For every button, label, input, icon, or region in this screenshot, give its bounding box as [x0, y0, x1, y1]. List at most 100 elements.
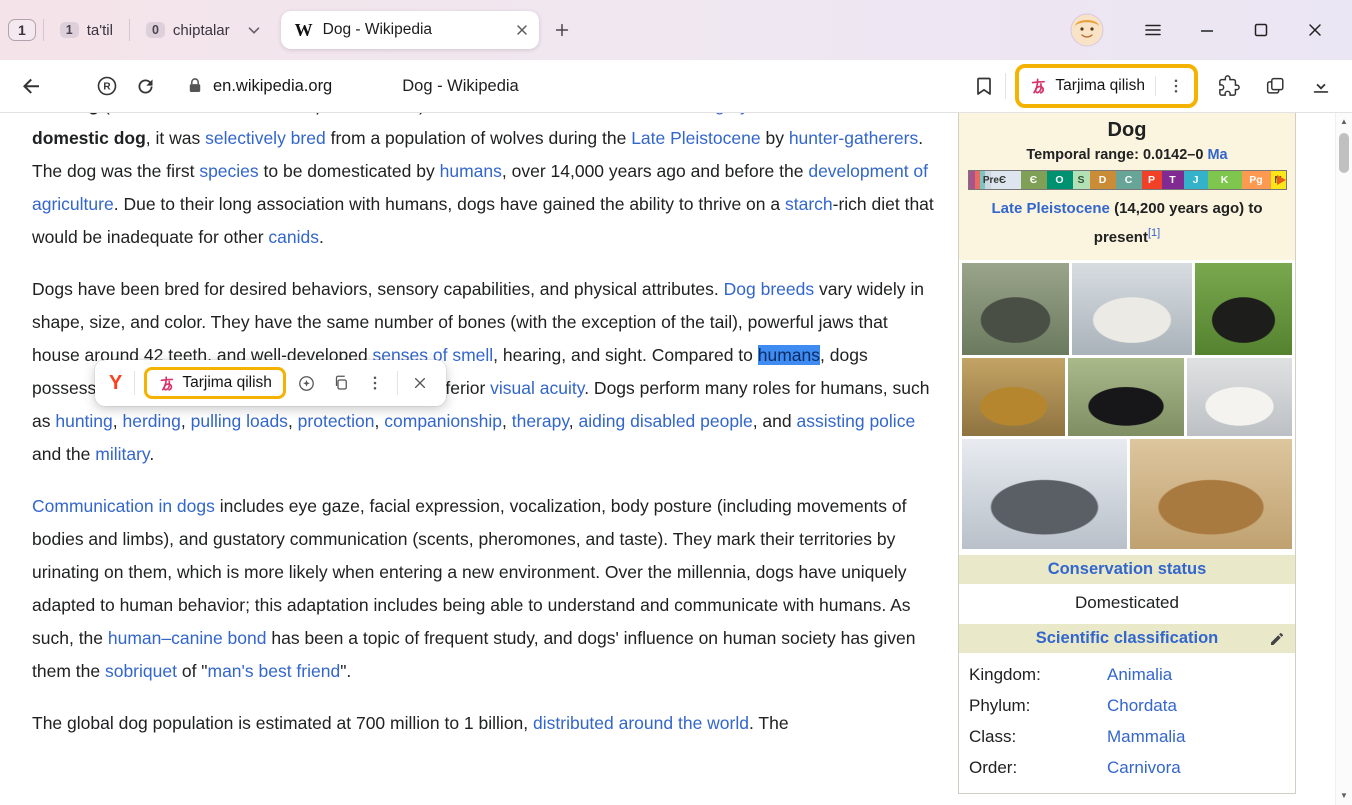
- popup-close-button[interactable]: [405, 368, 435, 398]
- wiki-link[interactable]: therapy: [512, 411, 569, 431]
- wiki-link[interactable]: assisting police: [797, 411, 916, 431]
- wiki-link[interactable]: Chordata: [1107, 696, 1177, 716]
- wiki-link[interactable]: companionship: [384, 411, 502, 431]
- timescale-segment-S[interactable]: S: [1073, 171, 1090, 189]
- scrollbar-thumb[interactable]: [1339, 133, 1349, 173]
- timescale-segment-J[interactable]: J: [1184, 171, 1208, 189]
- wiki-link[interactable]: Late Pleistocene: [631, 128, 760, 148]
- wiki-link[interactable]: herding: [123, 411, 181, 431]
- lock-icon[interactable]: [184, 75, 206, 97]
- timescale-segment-PreЄ[interactable]: PreЄ: [969, 171, 1021, 189]
- back-arrow-icon: [19, 74, 43, 98]
- popup-translate-label: Tarjima qilish: [182, 374, 272, 392]
- minimize-button[interactable]: [1187, 10, 1227, 50]
- conservation-status-link[interactable]: Conservation status: [1048, 560, 1207, 578]
- summarize-button[interactable]: [292, 368, 322, 398]
- translate-menu-button[interactable]: [1164, 71, 1188, 101]
- yandex-search-button[interactable]: Y: [104, 372, 129, 395]
- timescale-segment-D[interactable]: D: [1090, 171, 1116, 189]
- dog-photo[interactable]: [962, 263, 1069, 355]
- popup-menu-button[interactable]: [360, 368, 390, 398]
- tab-groups: 1 1ta'til 0chiptalar: [8, 18, 239, 43]
- yandex-start-button[interactable]: R: [92, 71, 122, 101]
- tab-group-chiptalar[interactable]: 0chiptalar: [137, 18, 239, 43]
- wiki-link[interactable]: Mammalia: [1107, 727, 1185, 747]
- scroll-down-icon[interactable]: ▼: [1336, 787, 1352, 803]
- wiki-link[interactable]: canids: [268, 227, 319, 247]
- wiki-link[interactable]: humans: [440, 161, 502, 181]
- text-segment: ,: [569, 411, 579, 431]
- popup-translate-button[interactable]: Tarjima qilish: [144, 367, 286, 399]
- tab-group-collapsed[interactable]: 1: [8, 19, 36, 41]
- timescale-segment-P[interactable]: P: [1142, 171, 1162, 189]
- wiki-link[interactable]: Carnivora: [1107, 758, 1181, 778]
- copy-button[interactable]: [326, 368, 356, 398]
- dog-photo[interactable]: [962, 439, 1127, 549]
- timescale-segment-Є[interactable]: Є: [1021, 171, 1047, 189]
- text-segment: of ": [177, 661, 208, 681]
- wiki-link[interactable]: Communication in dogs: [32, 496, 215, 516]
- tab-close-icon[interactable]: [515, 23, 529, 37]
- text-segment: . Also called the: [785, 113, 908, 115]
- dog-photo[interactable]: [1130, 439, 1293, 549]
- wiki-link[interactable]: selectively bred: [205, 128, 326, 148]
- edit-button[interactable]: [1269, 631, 1285, 647]
- wiki-link[interactable]: species: [199, 161, 258, 181]
- wiki-link[interactable]: visual acuity: [490, 378, 584, 398]
- maximize-button[interactable]: [1241, 10, 1281, 50]
- wiki-link[interactable]: sobriquet: [105, 661, 177, 681]
- profile-avatar[interactable]: [1070, 13, 1104, 47]
- translate-button[interactable]: Tarjima qilish: [1015, 64, 1198, 108]
- paragraph: Communication in dogs includes eye gaze,…: [32, 490, 934, 688]
- timescale-segment-C[interactable]: C: [1116, 171, 1142, 189]
- tab-groups-chevron-button[interactable]: [245, 21, 263, 39]
- scroll-up-icon[interactable]: ▲: [1336, 113, 1352, 129]
- wiki-link[interactable]: distributed around the world: [533, 713, 749, 733]
- browser-menu-button[interactable]: [1133, 10, 1173, 50]
- dog-photo[interactable]: [1068, 358, 1185, 436]
- scrollbar[interactable]: ▲ ▼: [1335, 113, 1352, 805]
- wiki-link[interactable]: pulling loads: [191, 411, 288, 431]
- downloads-button[interactable]: [1306, 71, 1336, 101]
- wiki-link[interactable]: Animalia: [1107, 665, 1172, 685]
- wiki-link[interactable]: military: [95, 444, 149, 464]
- close-window-button[interactable]: [1295, 10, 1335, 50]
- wiki-link[interactable]: hunter-gatherers: [789, 128, 918, 148]
- selected-text[interactable]: humans: [758, 345, 820, 365]
- infobox-title: Dog: [965, 119, 1289, 142]
- wiki-link[interactable]: hunting: [55, 411, 112, 431]
- timescale-segment-T[interactable]: T: [1162, 171, 1184, 189]
- dog-photo[interactable]: [962, 358, 1065, 436]
- wiki-link[interactable]: gray wolf: [715, 113, 785, 115]
- wiki-link[interactable]: Late Pleistocene: [992, 200, 1110, 217]
- text-segment: , hearing, and sight. Compared to: [493, 345, 758, 365]
- dog-photo[interactable]: [1195, 263, 1292, 355]
- taxon-rank: Order:: [969, 758, 1107, 778]
- url-text[interactable]: en.wikipedia.org: [213, 77, 332, 96]
- back-button[interactable]: [16, 71, 46, 101]
- wiki-link[interactable]: Ma: [1207, 147, 1227, 163]
- active-tab[interactable]: W Dog - Wikipedia: [281, 11, 539, 49]
- wiki-link[interactable]: protection: [298, 411, 375, 431]
- wiki-link[interactable]: human–canine bond: [108, 628, 267, 648]
- divider: [129, 19, 130, 41]
- tab-group-ta'til[interactable]: 1ta'til: [51, 18, 122, 43]
- collections-button[interactable]: [1260, 71, 1290, 101]
- refresh-button[interactable]: [130, 71, 160, 101]
- wiki-link[interactable]: starch: [785, 194, 833, 214]
- text-segment: . Due to their long association with hum…: [114, 194, 785, 214]
- timescale-segment-K[interactable]: K: [1208, 171, 1242, 189]
- tab-title: Dog - Wikipedia: [323, 21, 505, 39]
- dog-photo[interactable]: [1187, 358, 1292, 436]
- timescale-segment-Pg[interactable]: Pg: [1242, 171, 1271, 189]
- dog-photo[interactable]: [1072, 263, 1193, 355]
- bookmark-button[interactable]: [972, 74, 996, 98]
- wiki-link[interactable]: man's best friend: [208, 661, 341, 681]
- scientific-classification-link[interactable]: Scientific classification: [1036, 629, 1218, 647]
- wiki-link[interactable]: [1]: [1148, 227, 1160, 239]
- extensions-button[interactable]: [1214, 71, 1244, 101]
- wiki-link[interactable]: aiding disabled people: [579, 411, 753, 431]
- timescale-segment-O[interactable]: O: [1047, 171, 1073, 189]
- wiki-link[interactable]: Dog breeds: [724, 279, 814, 299]
- new-tab-button[interactable]: [553, 21, 571, 39]
